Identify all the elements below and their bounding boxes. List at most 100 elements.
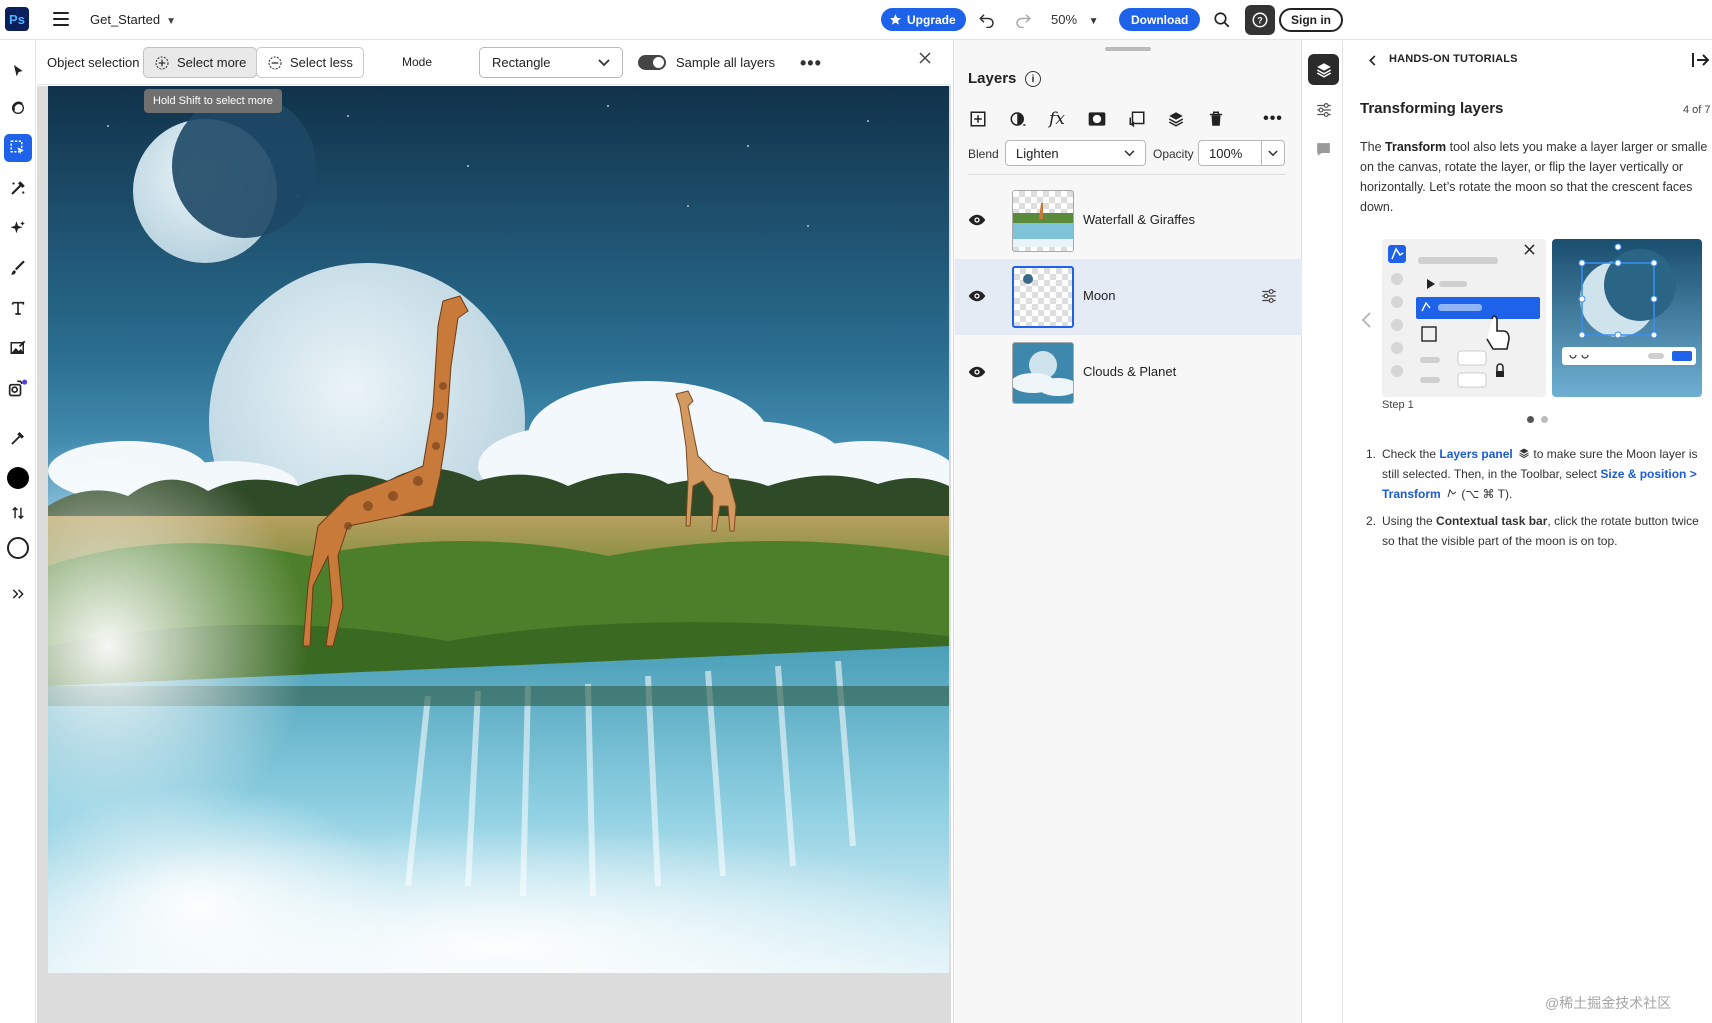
generative-fill-icon[interactable]	[4, 214, 32, 242]
clip-icon[interactable]	[1125, 107, 1149, 131]
mask-icon[interactable]	[1085, 107, 1109, 131]
step-number: 2.	[1366, 514, 1377, 528]
eyedropper-icon[interactable]	[4, 424, 32, 452]
close-icon[interactable]	[919, 52, 939, 72]
more-tools-icon[interactable]	[4, 580, 32, 608]
mode-label: Mode	[402, 55, 433, 69]
blend-value: Lighten	[1016, 145, 1059, 161]
panel-drag-handle[interactable]	[1105, 47, 1151, 51]
carousel-prev-icon[interactable]	[1360, 311, 1372, 329]
upgrade-label: Upgrade	[907, 12, 956, 27]
opacity-dropdown[interactable]	[1261, 140, 1285, 166]
brush-icon[interactable]	[4, 254, 32, 282]
select-more-button[interactable]: Select more	[143, 47, 258, 78]
layer-row-clouds-planet[interactable]: Clouds & Planet	[955, 335, 1302, 411]
photoshop-logo[interactable]: Ps	[5, 7, 29, 31]
carousel-dot-1[interactable]	[1527, 416, 1534, 423]
back-to-tutorials-link[interactable]: HANDS-ON TUTORIALS	[1389, 53, 1518, 65]
step-preview	[1552, 239, 1702, 397]
carousel-dots	[1527, 416, 1548, 423]
canvas-area[interactable]	[37, 86, 951, 1023]
move-icon[interactable]	[4, 57, 32, 85]
help-icon: ?	[1252, 12, 1268, 28]
sample-all-layers-label: Sample all layers	[676, 55, 775, 70]
tutorial-counter: 4 of 7	[1683, 104, 1711, 116]
tutorial-steps: 1. Check the Layers panel to make sure t…	[1366, 444, 1706, 558]
chevron-down-icon	[1124, 149, 1135, 156]
undo-icon[interactable]	[976, 9, 998, 31]
opacity-value: 100%	[1209, 145, 1243, 161]
intro-prefix: The	[1360, 140, 1386, 154]
add-image-icon[interactable]	[4, 374, 32, 402]
layer-thumbnail	[1012, 190, 1074, 252]
intro-bold: Transform	[1385, 140, 1447, 154]
document-name-button[interactable]: Get_Started ▼	[90, 12, 176, 27]
info-icon[interactable]: i	[1025, 71, 1041, 87]
layer-name: Waterfall & Giraffes	[1083, 212, 1195, 227]
step-number: 1.	[1366, 447, 1377, 461]
watermark: @稀土掘金技术社区	[1545, 995, 1672, 1011]
comments-icon[interactable]	[1308, 134, 1339, 165]
visibility-eye-icon[interactable]	[968, 213, 986, 227]
mode-select[interactable]: Rectangle	[479, 47, 623, 78]
quick-actions-icon[interactable]	[4, 94, 32, 122]
chevron-down-icon	[1268, 149, 1278, 156]
collapse-panel-icon[interactable]	[1691, 50, 1711, 70]
help-button[interactable]: ?	[1245, 5, 1275, 35]
background-color[interactable]	[4, 534, 32, 562]
delete-icon[interactable]	[1204, 107, 1228, 131]
fx-icon[interactable]: fx	[1045, 107, 1069, 131]
sign-in-button[interactable]: Sign in	[1279, 8, 1343, 32]
download-button[interactable]: Download	[1119, 8, 1201, 31]
healing-brush-icon[interactable]	[4, 174, 32, 202]
select-more-icon	[155, 55, 169, 70]
tutorial-header: HANDS-ON TUTORIALS	[1344, 40, 1712, 80]
select-less-button[interactable]: Select less	[256, 47, 364, 78]
adjustment-layer-icon[interactable]	[1006, 107, 1030, 131]
blend-select[interactable]: Lighten	[1005, 140, 1146, 166]
chevron-down-icon: ▼	[1088, 16, 1099, 27]
more-icon[interactable]: •••	[1261, 107, 1285, 131]
select-more-label: Select more	[177, 55, 247, 70]
layer-row-waterfall-giraffes[interactable]: Waterfall & Giraffes	[955, 183, 1302, 259]
layers-icon[interactable]	[1308, 54, 1339, 85]
tutorial-title: Transforming layers	[1360, 100, 1504, 117]
layer-properties-icon[interactable]	[1260, 287, 1278, 305]
close-icon[interactable]	[1524, 244, 1535, 255]
layer-name: Clouds & Planet	[1083, 364, 1177, 379]
top-bar: Ps Get_Started ▼ Upgrade 50% ▼ Download ?…	[0, 0, 1712, 40]
chevron-left-icon[interactable]	[1369, 55, 1377, 66]
sample-all-layers-toggle[interactable]	[638, 55, 666, 70]
properties-icon[interactable]	[1308, 94, 1339, 125]
search-icon[interactable]	[1211, 9, 1233, 31]
adjustments-icon[interactable]	[4, 334, 32, 362]
visibility-eye-icon[interactable]	[968, 365, 986, 379]
foreground-color[interactable]	[4, 464, 32, 492]
step-illustration	[1382, 239, 1546, 397]
zoom-dropdown[interactable]: 50% ▼	[1051, 12, 1099, 27]
blend-label: Blend	[968, 147, 999, 161]
step-label: Step 1	[1382, 399, 1414, 411]
opacity-input[interactable]: 100%	[1198, 140, 1262, 166]
panel-rail	[1303, 40, 1343, 1023]
object-selection-icon[interactable]	[4, 134, 32, 162]
divider	[968, 174, 1286, 175]
svg-text:?: ?	[1257, 15, 1263, 25]
select-less-icon	[268, 55, 282, 70]
layer-row-moon[interactable]: Moon	[955, 259, 1302, 335]
redo-icon[interactable]	[1012, 9, 1034, 31]
upgrade-button[interactable]: Upgrade	[881, 8, 966, 31]
layers-icon	[1519, 448, 1529, 459]
main-menu-button[interactable]	[53, 12, 69, 26]
visibility-eye-icon[interactable]	[968, 289, 986, 303]
add-layer-icon[interactable]	[966, 107, 990, 131]
swap-colors-icon[interactable]	[4, 499, 32, 527]
step-text: (⌥ ⌘ T).	[1458, 487, 1513, 501]
carousel-dot-2[interactable]	[1541, 416, 1548, 423]
layers-panel-link[interactable]: Layers panel	[1439, 447, 1512, 461]
step-text: Check the	[1382, 447, 1440, 461]
more-options-icon[interactable]: •••	[800, 53, 824, 73]
text-icon[interactable]	[4, 294, 32, 322]
artwork-canvas[interactable]	[48, 86, 949, 973]
merge-icon[interactable]	[1164, 107, 1188, 131]
